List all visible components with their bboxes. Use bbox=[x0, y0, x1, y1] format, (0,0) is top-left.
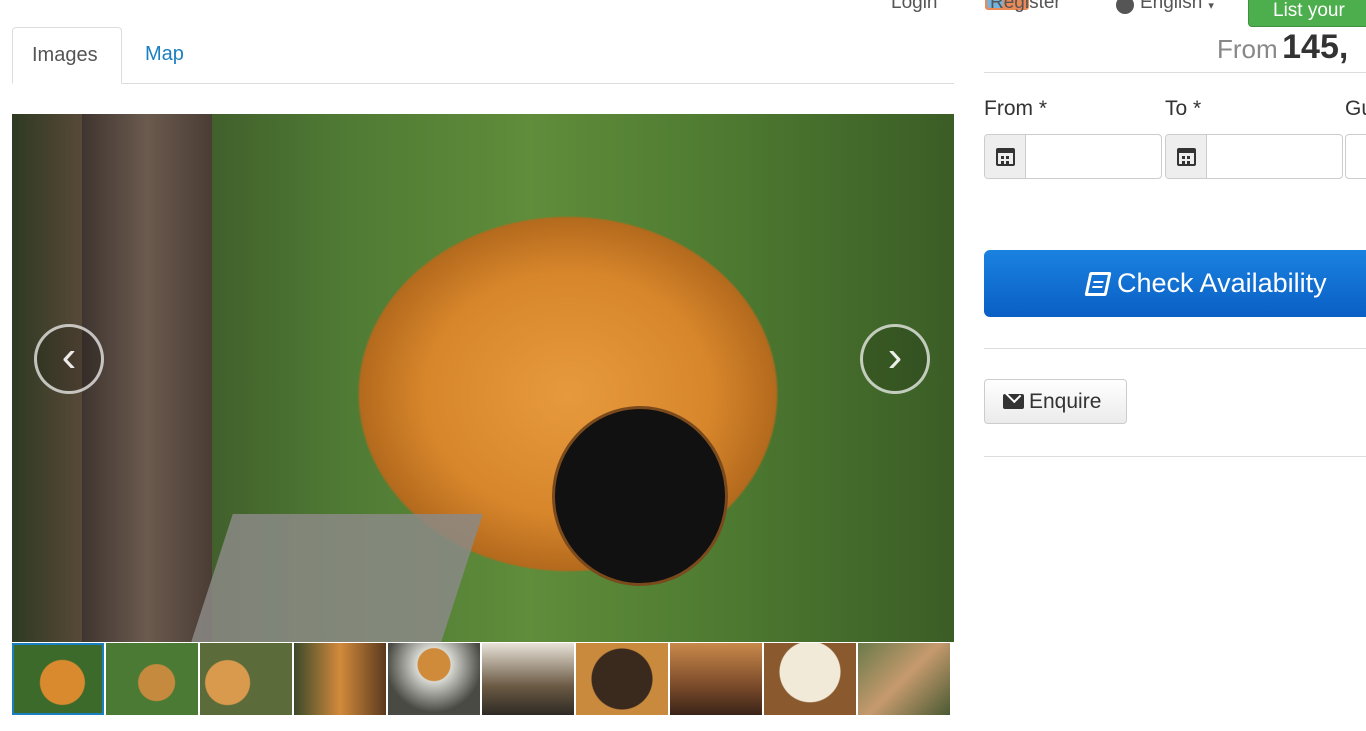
enquire-label: Enquire bbox=[1029, 389, 1102, 413]
from-label: From * bbox=[984, 97, 1047, 120]
check-availability-button[interactable]: Check Availability bbox=[984, 250, 1366, 317]
to-label: To * bbox=[1165, 97, 1202, 120]
divider bbox=[984, 348, 1366, 349]
divider bbox=[984, 72, 1366, 73]
guests-input[interactable] bbox=[1345, 134, 1366, 179]
media-tabs: Images Map bbox=[12, 27, 954, 84]
thumbnail-4[interactable] bbox=[294, 643, 386, 715]
guests-label: Gu bbox=[1345, 97, 1366, 120]
from-date-input[interactable] bbox=[984, 134, 1162, 179]
thumbnail-5[interactable] bbox=[388, 643, 480, 715]
calendar-icon bbox=[1176, 147, 1196, 166]
divider bbox=[984, 456, 1366, 457]
thumbnail-1[interactable] bbox=[12, 643, 104, 715]
login-link[interactable]: Login bbox=[891, 0, 938, 14]
tab-map[interactable]: Map bbox=[126, 27, 203, 84]
carousel-prev-button[interactable]: ‹ bbox=[34, 324, 104, 394]
price-display: From 145, bbox=[1217, 28, 1348, 67]
book-icon bbox=[1084, 271, 1112, 296]
image-carousel[interactable]: ‹ › bbox=[12, 114, 954, 642]
thumbnail-6[interactable] bbox=[482, 643, 574, 715]
thumbnail-9[interactable] bbox=[764, 643, 856, 715]
enquire-button[interactable]: Enquire bbox=[984, 379, 1127, 424]
tab-images[interactable]: Images bbox=[12, 27, 122, 84]
thumbnail-3[interactable] bbox=[200, 643, 292, 715]
thumbnail-7[interactable] bbox=[576, 643, 668, 715]
check-availability-label: Check Availability bbox=[1117, 268, 1327, 298]
deck-graphic bbox=[191, 514, 483, 642]
price-value: 145, bbox=[1282, 28, 1349, 66]
calendar-addon bbox=[985, 135, 1026, 178]
calendar-icon bbox=[995, 147, 1015, 166]
price-prefix: From bbox=[1217, 34, 1278, 64]
carousel-next-button[interactable]: › bbox=[860, 324, 930, 394]
thumbnail-8[interactable] bbox=[670, 643, 762, 715]
pod-window-graphic bbox=[552, 406, 728, 586]
to-date-input[interactable] bbox=[1165, 134, 1343, 179]
booking-panel: From 145, From * To * Gu Check Availabil… bbox=[984, 0, 1366, 731]
thumbnail-2[interactable] bbox=[106, 643, 198, 715]
tree-trunk-graphic bbox=[82, 114, 212, 642]
envelope-icon bbox=[1003, 394, 1024, 409]
thumbnail-strip bbox=[12, 643, 954, 715]
calendar-addon bbox=[1166, 135, 1207, 178]
thumbnail-10[interactable] bbox=[858, 643, 950, 715]
